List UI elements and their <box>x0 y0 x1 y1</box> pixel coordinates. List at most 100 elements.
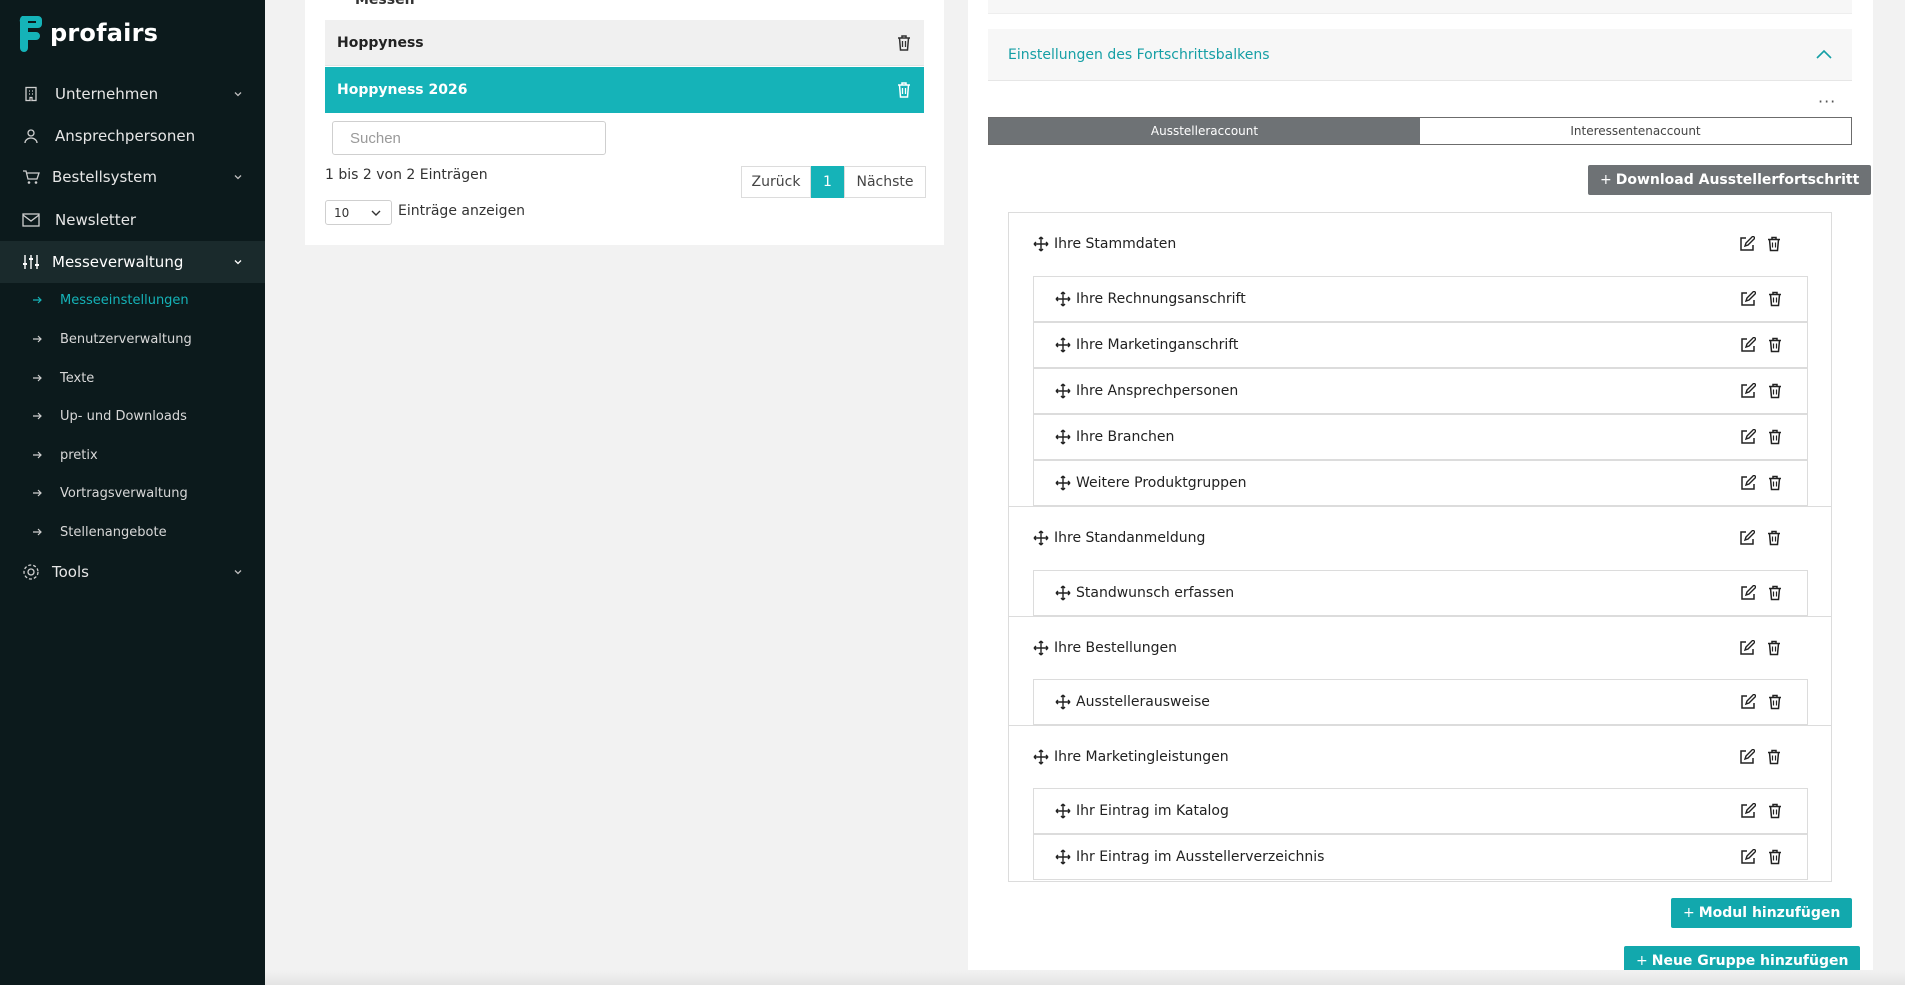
trash-icon[interactable] <box>1767 530 1781 546</box>
group-row[interactable]: Ihre Standanmeldung <box>1008 518 1832 558</box>
trash-icon[interactable] <box>1768 803 1782 819</box>
trash-icon[interactable] <box>1767 640 1781 656</box>
trash-icon[interactable] <box>1768 849 1782 865</box>
edit-icon[interactable] <box>1740 585 1756 601</box>
user-icon <box>22 127 40 145</box>
edit-icon[interactable] <box>1740 849 1756 865</box>
trash-icon[interactable] <box>1768 585 1782 601</box>
sidebar-item-label: Messeverwaltung <box>52 253 184 271</box>
subitem-benutzerverwaltung[interactable]: Benutzerverwaltung <box>0 324 265 354</box>
sidebar-item-label: Newsletter <box>55 211 137 229</box>
module-title: Weitere Produktgruppen <box>1076 475 1247 491</box>
trash-icon[interactable] <box>1768 383 1782 399</box>
module-row[interactable]: Ihre Branchen <box>1033 414 1808 460</box>
subitem-up-und-downloads[interactable]: Up- und Downloads <box>0 401 265 431</box>
module-title: Ihre Rechnungsanschrift <box>1076 291 1246 307</box>
tab-ausstelleraccount[interactable]: Ausstelleraccount <box>989 118 1420 144</box>
add-module-button[interactable]: + Modul hinzufügen <box>1671 898 1853 928</box>
progress-accordion-header[interactable]: Einstellungen des Fortschrittsbalkens <box>988 29 1852 81</box>
subitem-vortragsverwaltung[interactable]: Vortragsverwaltung <box>0 478 265 508</box>
edit-icon[interactable] <box>1740 475 1756 491</box>
sidebar-item-newsletter[interactable]: Newsletter <box>0 200 265 240</box>
edit-icon[interactable] <box>1740 694 1756 710</box>
tab-interessentenaccount[interactable]: Interessentenaccount <box>1420 118 1851 144</box>
subitem-pretix[interactable]: pretix <box>0 440 265 470</box>
module-row[interactable]: Ihre Rechnungsanschrift <box>1033 276 1808 322</box>
trash-icon[interactable] <box>1768 337 1782 353</box>
subitem-label: Texte <box>60 370 95 386</box>
group-row[interactable]: Ihre Bestellungen <box>1008 628 1832 668</box>
more-options-icon[interactable]: ··· <box>1818 92 1836 111</box>
page-length-select[interactable]: 10 <box>325 200 392 225</box>
building-icon <box>22 85 40 103</box>
fair-row[interactable]: Hoppyness <box>325 20 924 66</box>
module-title: Ihr Eintrag im Katalog <box>1076 803 1229 819</box>
trash-icon[interactable] <box>1767 749 1781 765</box>
sidebar-item-ansprechpersonen[interactable]: Ansprechpersonen <box>0 116 265 156</box>
edit-icon[interactable] <box>1739 236 1755 252</box>
arrow-right-icon <box>33 412 42 420</box>
drag-handle-icon[interactable] <box>1055 694 1071 710</box>
edit-icon[interactable] <box>1739 749 1755 765</box>
trash-icon[interactable] <box>1768 429 1782 445</box>
plus-icon: + <box>1600 172 1612 188</box>
drag-handle-icon[interactable] <box>1055 803 1071 819</box>
edit-icon[interactable] <box>1740 383 1756 399</box>
fair-list-header: Messen <box>355 0 415 8</box>
drag-handle-icon[interactable] <box>1055 849 1071 865</box>
sidebar-item-bestellsystem[interactable]: Bestellsystem <box>0 157 265 197</box>
drag-handle-icon[interactable] <box>1055 337 1071 353</box>
drag-handle-icon[interactable] <box>1033 236 1049 252</box>
section-divider <box>988 0 1852 14</box>
button-label: Modul hinzufügen <box>1698 905 1841 921</box>
sidebar-item-label: Tools <box>52 563 89 581</box>
module-row[interactable]: Ihr Eintrag im Ausstellerverzeichnis <box>1033 834 1808 880</box>
drag-handle-icon[interactable] <box>1055 291 1071 307</box>
edit-icon[interactable] <box>1740 429 1756 445</box>
drag-handle-icon[interactable] <box>1033 749 1049 765</box>
fair-name: Hoppyness 2026 <box>337 82 468 98</box>
module-row[interactable]: Ihre Marketinganschrift <box>1033 322 1808 368</box>
sidebar-item-messeverwaltung[interactable]: Messeverwaltung <box>0 241 265 283</box>
trash-icon[interactable] <box>896 34 912 52</box>
module-row[interactable]: Ihre Ansprechpersonen <box>1033 368 1808 414</box>
edit-icon[interactable] <box>1740 337 1756 353</box>
module-row[interactable]: Ihr Eintrag im Katalog <box>1033 788 1808 834</box>
pagination-next-button[interactable]: Nächste <box>844 166 926 198</box>
module-row[interactable]: Standwunsch erfassen <box>1033 570 1808 616</box>
horizontal-scrollbar[interactable] <box>265 970 1905 985</box>
sidebar-item-unternehmen[interactable]: Unternehmen <box>0 74 265 114</box>
subitem-stellenangebote[interactable]: Stellenangebote <box>0 517 265 547</box>
trash-icon[interactable] <box>896 81 912 99</box>
module-row[interactable]: Ausstellerausweise <box>1033 679 1808 725</box>
trash-icon[interactable] <box>1768 291 1782 307</box>
fair-search-input[interactable] <box>332 121 606 155</box>
group-row[interactable]: Ihre Marketingleistungen <box>1008 737 1832 777</box>
sidebar-item-tools[interactable]: Tools <box>0 552 265 592</box>
module-row[interactable]: Weitere Produktgruppen <box>1033 460 1808 506</box>
trash-icon[interactable] <box>1767 236 1781 252</box>
drag-handle-icon[interactable] <box>1055 383 1071 399</box>
trash-icon[interactable] <box>1768 694 1782 710</box>
edit-icon[interactable] <box>1739 530 1755 546</box>
group-divider <box>1008 616 1832 617</box>
group-row[interactable]: Ihre Stammdaten <box>1008 224 1832 264</box>
download-progress-button[interactable]: + Download Ausstellerfortschritt <box>1588 165 1872 195</box>
subitem-messeeinstellungen[interactable]: Messeeinstellungen <box>0 285 265 315</box>
drag-handle-icon[interactable] <box>1033 530 1049 546</box>
group-title: Ihre Standanmeldung <box>1054 530 1206 546</box>
drag-handle-icon[interactable] <box>1033 640 1049 656</box>
drag-handle-icon[interactable] <box>1055 475 1071 491</box>
brand-logo[interactable]: profairs <box>16 14 158 52</box>
drag-handle-icon[interactable] <box>1055 585 1071 601</box>
subitem-label: Stellenangebote <box>60 524 167 540</box>
trash-icon[interactable] <box>1768 475 1782 491</box>
edit-icon[interactable] <box>1740 803 1756 819</box>
drag-handle-icon[interactable] <box>1055 429 1071 445</box>
fair-row-selected[interactable]: Hoppyness 2026 <box>325 67 924 113</box>
edit-icon[interactable] <box>1740 291 1756 307</box>
edit-icon[interactable] <box>1739 640 1755 656</box>
pagination-prev-button[interactable]: Zurück <box>741 166 811 198</box>
subitem-texte[interactable]: Texte <box>0 363 265 393</box>
pagination-page-button[interactable]: 1 <box>811 166 844 198</box>
